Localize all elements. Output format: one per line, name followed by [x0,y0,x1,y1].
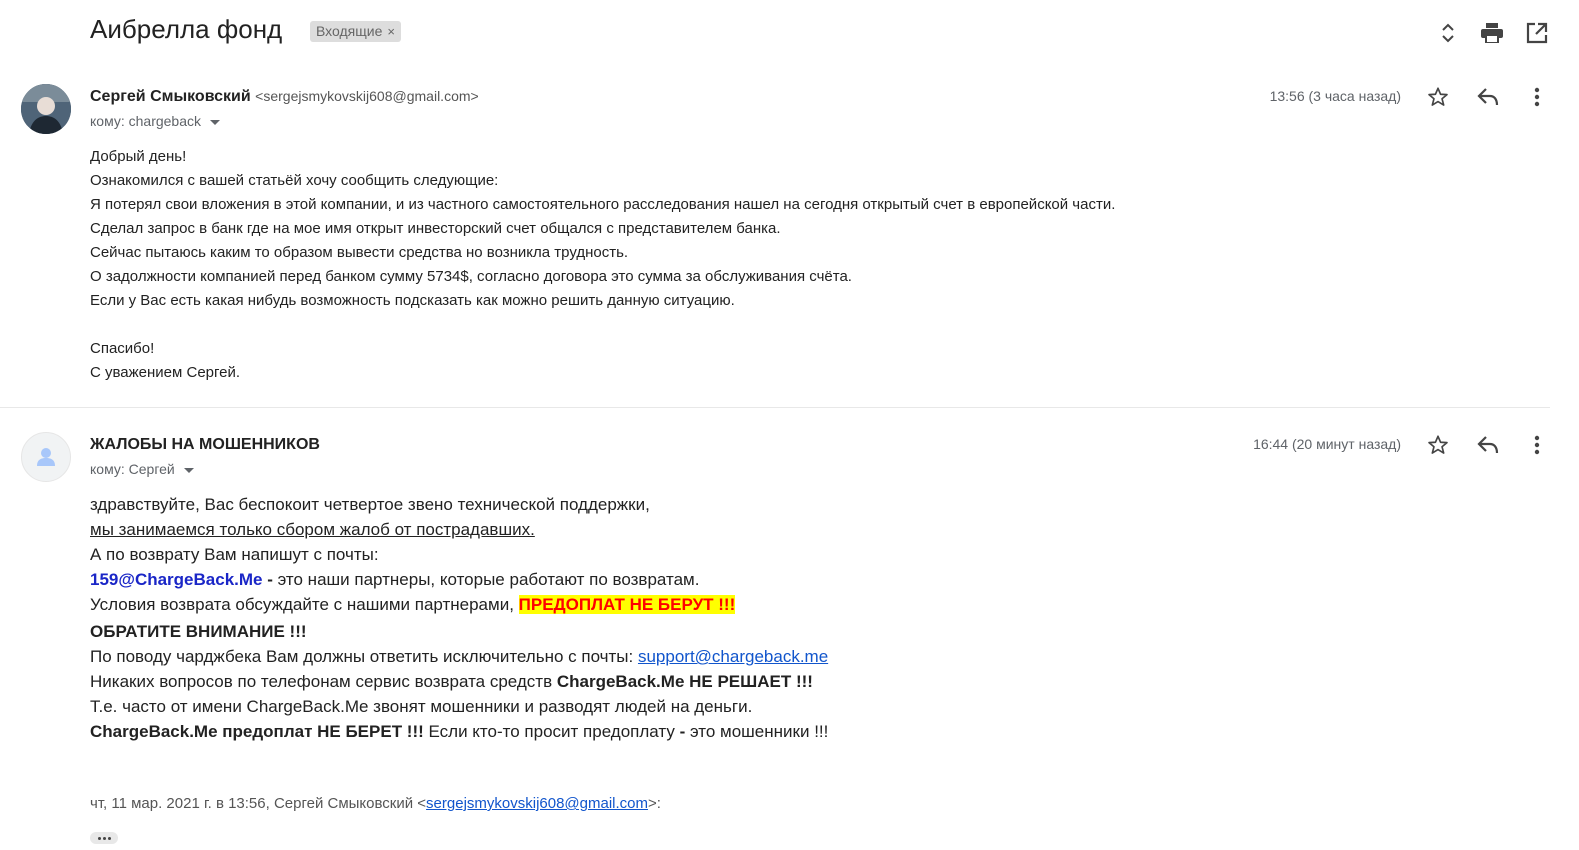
body-line: Ознакомился с вашей статьёй хочу сообщит… [90,172,499,189]
recipient-text: кому: chargeback [90,113,202,129]
body-line: Я потерял свои вложения в этой компании,… [90,196,1116,213]
body-line: здравствуйте, Вас беспокоит четвертое зв… [90,495,650,514]
sender: Сергей Смыковский <sergejsmykovskij608@g… [90,88,479,106]
message-time: 16:44 (20 минут назад) [1253,436,1401,452]
quote-prefix: чт, 11 мар. 2021 г. в 13:56, Сергей Смык… [90,795,427,812]
body-line: 159@ChargeBack.Me - это наши партнеры, к… [90,567,828,592]
body-line: Условия возврата обсуждайте с нашими пар… [90,592,828,617]
message-divider [0,407,1550,408]
label-chip-inbox[interactable]: Входящие × [310,21,401,42]
label-chip-text: Входящие [316,23,383,39]
body-line: С уважением Сергей. [90,364,241,381]
highlight-warning: ПРЕДОПЛАТ НЕ БЕРУТ !!! [518,595,736,614]
show-trimmed-content-icon[interactable] [90,832,118,844]
body-line-blank [90,313,1115,337]
recipient-details[interactable]: кому: chargeback [90,113,221,129]
quoted-header: чт, 11 мар. 2021 г. в 13:56, Сергей Смык… [90,795,661,812]
star-icon[interactable] [1425,84,1451,110]
bold-text: ChargeBack.Me предоплат НЕ БЕРЕТ !!! [90,722,424,741]
body-line: Спасибо! [90,340,155,357]
recipient-text: кому: Сергей [90,461,175,477]
email-subject: Аибрелла фонд [90,14,283,44]
expand-collapse-icon[interactable] [1433,18,1463,48]
body-text: это мошенники !!! [685,722,829,741]
more-vert-icon[interactable] [1524,432,1550,458]
body-text: Никаких вопросов по телефонам сервис воз… [90,672,557,691]
default-avatar-icon[interactable] [21,432,71,482]
body-text: По поводу чарджбека Вам должны ответить … [90,647,638,666]
body-line: О задолжности компанией перед банком сум… [90,268,852,285]
chevron-down-icon[interactable] [210,119,221,125]
sender-name: ЖАЛОБЫ НА МОШЕННИКОВ [90,436,320,453]
body-line: ChargeBack.Me предоплат НЕ БЕРЕТ !!! Есл… [90,719,828,744]
quote-suffix: >: [648,795,661,812]
chevron-down-icon[interactable] [183,467,194,473]
sender-email: <sergejsmykovskij608@gmail.com> [255,88,479,104]
body-text: Если кто-то просит предоплату [423,722,680,741]
message-body: Добрый день! Ознакомился с вашей статьёй… [90,145,1115,385]
body-line: По поводу чарджбека Вам должны ответить … [90,644,828,669]
support-email-link[interactable]: support@chargeback.me [638,647,828,666]
body-line: Сделал запрос в банк где на мое имя откр… [90,220,781,237]
reply-icon[interactable] [1475,84,1501,110]
partner-email: 159@ChargeBack.Me [90,570,263,589]
quote-email-link[interactable]: sergejsmykovskij608@gmail.com [426,795,648,812]
message-time: 13:56 (3 часа назад) [1269,88,1401,104]
bold-text: ChargeBack.Me НЕ РЕШАЕТ !!! [556,672,813,691]
body-line: Сейчас пытаюсь каким то образом вывести … [90,244,629,261]
avatar[interactable] [21,84,71,134]
body-line: Никаких вопросов по телефонам сервис воз… [90,669,828,694]
message-body: здравствуйте, Вас беспокоит четвертое зв… [90,492,828,744]
body-line: ОБРАТИТЕ ВНИМАНИЕ !!! [90,622,307,641]
body-line: Добрый день! [90,148,187,165]
recipient-details[interactable]: кому: Сергей [90,461,194,477]
body-line: мы занимаемся только сбором жалоб от пос… [90,520,535,539]
more-vert-icon[interactable] [1524,84,1550,110]
reply-icon[interactable] [1475,432,1501,458]
label-remove-button[interactable]: × [387,24,395,39]
body-text: Условия возврата обсуждайте с нашими пар… [90,595,519,614]
sender-name: Сергей Смыковский [90,88,251,105]
body-text: это наши партнеры, которые работают по в… [277,570,700,589]
star-icon[interactable] [1425,432,1451,458]
print-icon[interactable] [1477,18,1507,48]
body-line: Если у Вас есть какая нибудь возможность… [90,292,735,309]
body-line: А по возврату Вам напишут с почты: [90,545,379,564]
body-line: Т.е. часто от имени ChargeBack.Me звонят… [90,697,753,716]
open-new-window-icon[interactable] [1522,18,1552,48]
dash: - [262,570,278,589]
